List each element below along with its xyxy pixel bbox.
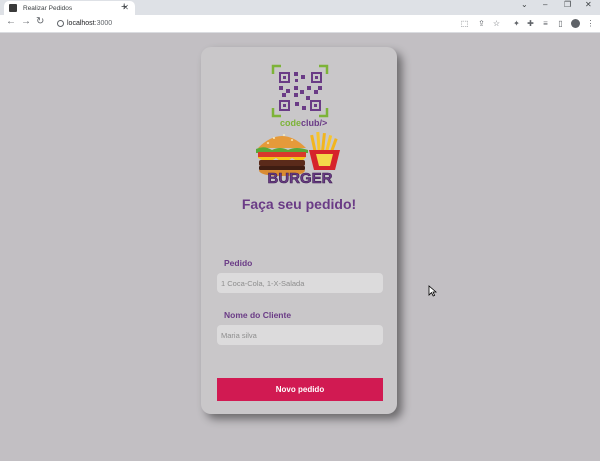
reading-list-icon[interactable]: ≡	[541, 19, 550, 28]
minimize-icon[interactable]: –	[543, 1, 547, 9]
puzzle-icon[interactable]: ✚	[526, 19, 535, 28]
tab-realizar-pedidos[interactable]: Realizar Pedidos ✕	[4, 1, 135, 15]
new-order-button[interactable]: Novo pedido	[217, 378, 383, 401]
customer-name-input[interactable]	[217, 325, 383, 345]
reload-icon[interactable]: ↻	[36, 17, 44, 27]
customer-name-label: Nome do Cliente	[224, 310, 292, 320]
codeclub-burger-logo: codeclub/> BURGER	[256, 64, 340, 184]
info-icon[interactable]	[57, 20, 64, 27]
order-input[interactable]	[217, 273, 383, 293]
address-bar[interactable]: localhost:3000	[52, 17, 507, 31]
page-title: Faça seu pedido!	[241, 196, 357, 212]
svg-text:BURGER: BURGER	[267, 170, 332, 184]
tab-title: Realizar Pedidos	[23, 4, 73, 12]
favicon-icon	[9, 4, 17, 12]
mouse-cursor-icon	[428, 285, 437, 297]
svg-text:codeclub/>: codeclub/>	[280, 118, 327, 128]
menu-icon[interactable]: ⋮	[586, 19, 595, 28]
extension-icon[interactable]: ✦	[512, 19, 521, 28]
browser-toolbar: ← → ↻ localhost:3000 ⬚ ⇪ ☆ ✦ ✚ ≡ ▯ ⋮	[0, 15, 600, 33]
forward-icon[interactable]: →	[21, 17, 31, 27]
order-label: Pedido	[224, 258, 253, 268]
back-icon[interactable]: ←	[6, 17, 16, 27]
tab-search-icon[interactable]: ⌄	[521, 1, 528, 9]
profile-icon[interactable]	[571, 19, 580, 28]
close-window-icon[interactable]: ✕	[585, 1, 592, 9]
tab-strip: Realizar Pedidos ✕ + ⌄ – ❐ ✕	[0, 0, 600, 15]
restore-icon[interactable]: ❐	[564, 1, 571, 9]
side-panel-icon[interactable]: ▯	[556, 19, 565, 28]
bookmark-star-icon[interactable]: ☆	[492, 19, 501, 28]
url-text: localhost:3000	[67, 20, 113, 27]
new-tab-icon[interactable]: +	[121, 2, 127, 13]
share-icon[interactable]: ⇪	[477, 19, 486, 28]
translate-icon[interactable]: ⬚	[460, 19, 469, 28]
